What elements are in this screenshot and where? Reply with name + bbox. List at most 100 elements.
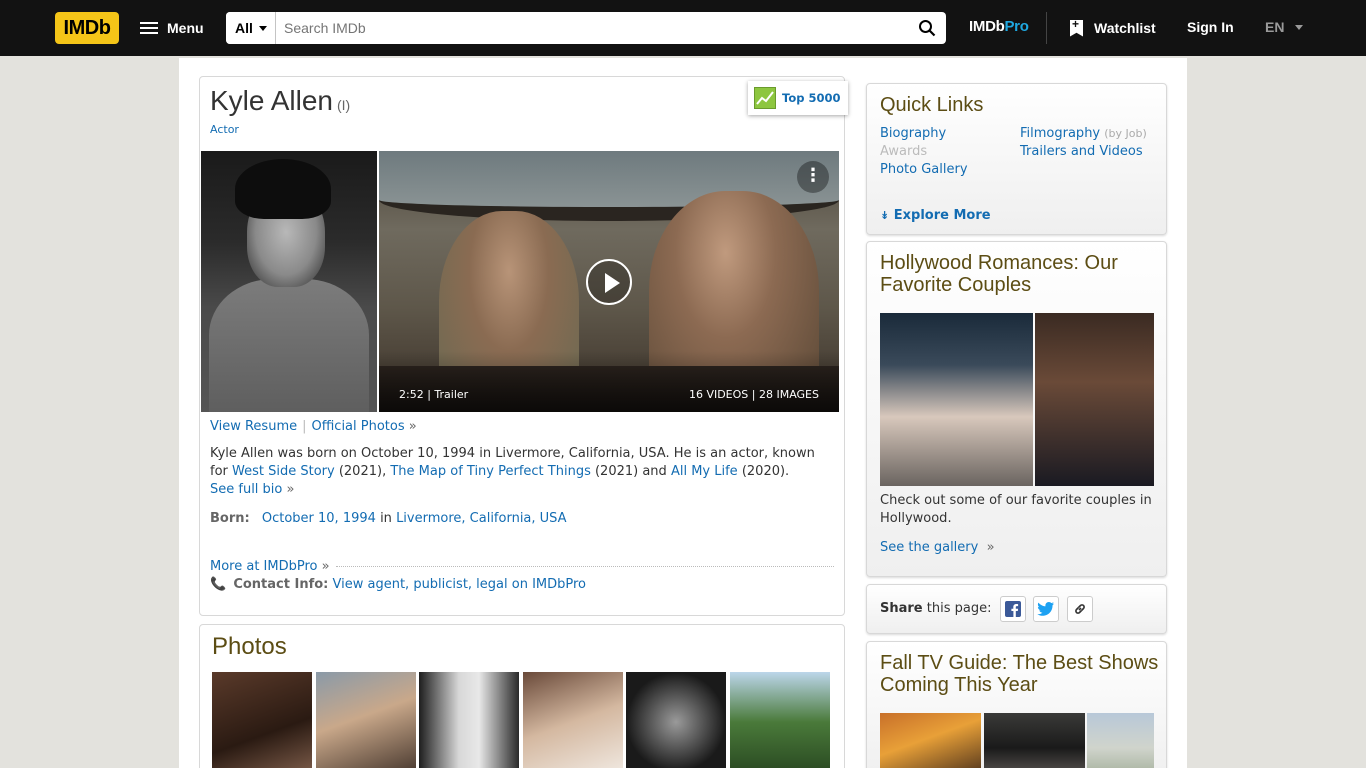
resume-links: View Resume | Official Photos »: [210, 419, 417, 434]
link-icon: [1075, 604, 1085, 614]
headshot-photo[interactable]: [201, 151, 377, 412]
contact-info: 📞 Contact Info: View agent, publicist, l…: [210, 577, 586, 592]
share-label: Share this page:: [880, 601, 991, 616]
phone-icon: 📞: [210, 577, 227, 592]
couple-photo[interactable]: [880, 313, 1033, 486]
couple-photo[interactable]: [1035, 313, 1154, 486]
top-navigation-bar: IMDb Menu All IMDbPro Watchlist Sign In …: [0, 0, 1366, 56]
more-at-imdbpro-link[interactable]: More at IMDbPro: [210, 559, 318, 574]
more-options-icon[interactable]: ⋮: [797, 161, 829, 193]
imdbpro-link[interactable]: IMDbPro: [969, 18, 1029, 35]
dotted-divider: [335, 566, 834, 567]
photo-thumbnail[interactable]: [419, 672, 519, 768]
trailers-videos-link[interactable]: Trailers and Videos: [1020, 144, 1143, 159]
chevron-down-icon: [258, 25, 267, 31]
person-name: Kyle Allen: [210, 85, 333, 116]
twitter-icon: [1037, 602, 1054, 616]
share-panel: Share this page:: [866, 584, 1167, 634]
more-at-imdbpro: More at IMDbPro »: [210, 559, 834, 574]
role-link-actor[interactable]: Actor: [210, 123, 239, 136]
language-selector[interactable]: EN: [1265, 19, 1304, 35]
photo-thumbnail[interactable]: [626, 672, 726, 768]
name-overview: Kyle Allen (I) Actor Top 5000 ⋮ 2:52 | Tr…: [199, 76, 848, 616]
filmography-sub: (by Job): [1104, 127, 1147, 140]
search-category-dropdown[interactable]: All: [226, 12, 276, 44]
contact-link[interactable]: View agent, publicist, legal on IMDbPro: [333, 577, 587, 592]
starmeter-label: Top 5000: [782, 91, 841, 105]
tv-thumbnail[interactable]: [1087, 713, 1154, 768]
tv-thumbnail[interactable]: [984, 713, 1085, 768]
bio-summary: Kyle Allen was born on October 10, 1994 …: [210, 446, 815, 497]
known-for-year: (2021),: [338, 464, 387, 479]
page-content: Kyle Allen (I) Actor Top 5000 ⋮ 2:52 | Tr…: [179, 58, 1187, 768]
born-label: Born:: [210, 511, 250, 526]
explore-more-label: Explore More: [893, 208, 991, 223]
sign-in-button[interactable]: Sign In: [1187, 19, 1234, 35]
search-icon: [919, 20, 936, 37]
video-duration: 2:52 | Trailer: [399, 388, 469, 401]
facebook-icon: [1005, 601, 1021, 617]
photo-thumbnail[interactable]: [316, 672, 416, 768]
search-category-label: All: [235, 20, 253, 36]
watchlist-button[interactable]: Watchlist: [1070, 12, 1156, 44]
known-for-link[interactable]: All My Life: [671, 464, 738, 479]
photo-gallery-link[interactable]: Photo Gallery: [880, 162, 968, 177]
starmeter-badge[interactable]: Top 5000: [748, 81, 848, 115]
quick-links-panel: Quick Links Biography Awards Photo Galle…: [866, 83, 1167, 235]
share-label-rest: this page:: [926, 601, 992, 616]
birth-place-link[interactable]: Livermore, California, USA: [396, 511, 567, 526]
search-button[interactable]: [908, 12, 946, 44]
photo-thumbnail[interactable]: [523, 672, 623, 768]
quick-links-title: Quick Links: [880, 94, 984, 116]
chevron-down-icon: [1295, 24, 1304, 30]
fall-tv-panel: Fall TV Guide: The Best Shows Coming Thi…: [866, 641, 1167, 768]
twitter-share-button[interactable]: [1033, 596, 1059, 622]
watchlist-label: Watchlist: [1094, 20, 1156, 36]
see-gallery-link[interactable]: See the gallery: [880, 540, 978, 555]
facebook-share-button[interactable]: [1000, 596, 1026, 622]
photo-thumbnail[interactable]: [730, 672, 830, 768]
language-label: EN: [1265, 19, 1285, 35]
play-icon[interactable]: [586, 259, 632, 305]
imdbpro-pro: Pro: [1004, 18, 1029, 35]
tv-thumbnail[interactable]: [880, 713, 981, 768]
video-duration-value: 2:52: [399, 388, 424, 401]
biography-link[interactable]: Biography: [880, 126, 946, 141]
birth-date-link[interactable]: October 10, 1994: [262, 511, 376, 526]
photos-section: Photos: [199, 624, 845, 768]
known-for-link[interactable]: West Side Story: [232, 464, 335, 479]
name-suffix: (I): [336, 97, 351, 113]
share-label-bold: Share: [880, 601, 923, 616]
trend-chart-icon: [754, 87, 776, 109]
menu-label: Menu: [167, 20, 204, 36]
explore-more-button[interactable]: ↡ Explore More: [880, 208, 991, 223]
trailer-video[interactable]: ⋮ 2:52 | Trailer 16 VIDEOS | 28 IMAGES: [379, 151, 839, 412]
bookmark-plus-icon: [1070, 19, 1083, 37]
romances-description: Check out some of our favorite couples i…: [880, 493, 1152, 526]
menu-button[interactable]: Menu: [136, 12, 208, 44]
contact-label: Contact Info:: [233, 577, 329, 592]
known-for-link[interactable]: The Map of Tiny Perfect Things: [390, 464, 590, 479]
copy-link-button[interactable]: [1067, 596, 1093, 622]
see-full-bio-link[interactable]: See full bio: [210, 482, 282, 497]
view-resume-link[interactable]: View Resume: [210, 419, 297, 434]
video-image-count[interactable]: 16 VIDEOS | 28 IMAGES: [689, 388, 819, 401]
imdb-logo[interactable]: IMDb: [55, 12, 119, 44]
filmography-link[interactable]: Filmography: [1020, 126, 1100, 141]
section-title: Photos: [212, 633, 287, 660]
double-chevron-down-icon: ↡: [880, 209, 890, 222]
born-in-word: in: [380, 511, 392, 526]
known-for-year: (2020).: [741, 464, 790, 479]
fall-tv-title[interactable]: Fall TV Guide: The Best Shows Coming Thi…: [880, 652, 1160, 696]
known-for-year: (2021) and: [594, 464, 667, 479]
video-type: Trailer: [434, 388, 469, 401]
nav-divider: [1046, 12, 1047, 44]
official-photos-link[interactable]: Official Photos: [312, 419, 405, 434]
hamburger-icon: [140, 22, 158, 34]
awards-link-disabled: Awards: [880, 144, 928, 159]
photo-thumbnail[interactable]: [212, 672, 312, 768]
see-gallery: See the gallery »: [880, 540, 995, 555]
romances-title[interactable]: Hollywood Romances: Our Favorite Couples: [880, 252, 1160, 296]
search-bar: All: [226, 12, 946, 44]
search-input[interactable]: [276, 12, 908, 44]
